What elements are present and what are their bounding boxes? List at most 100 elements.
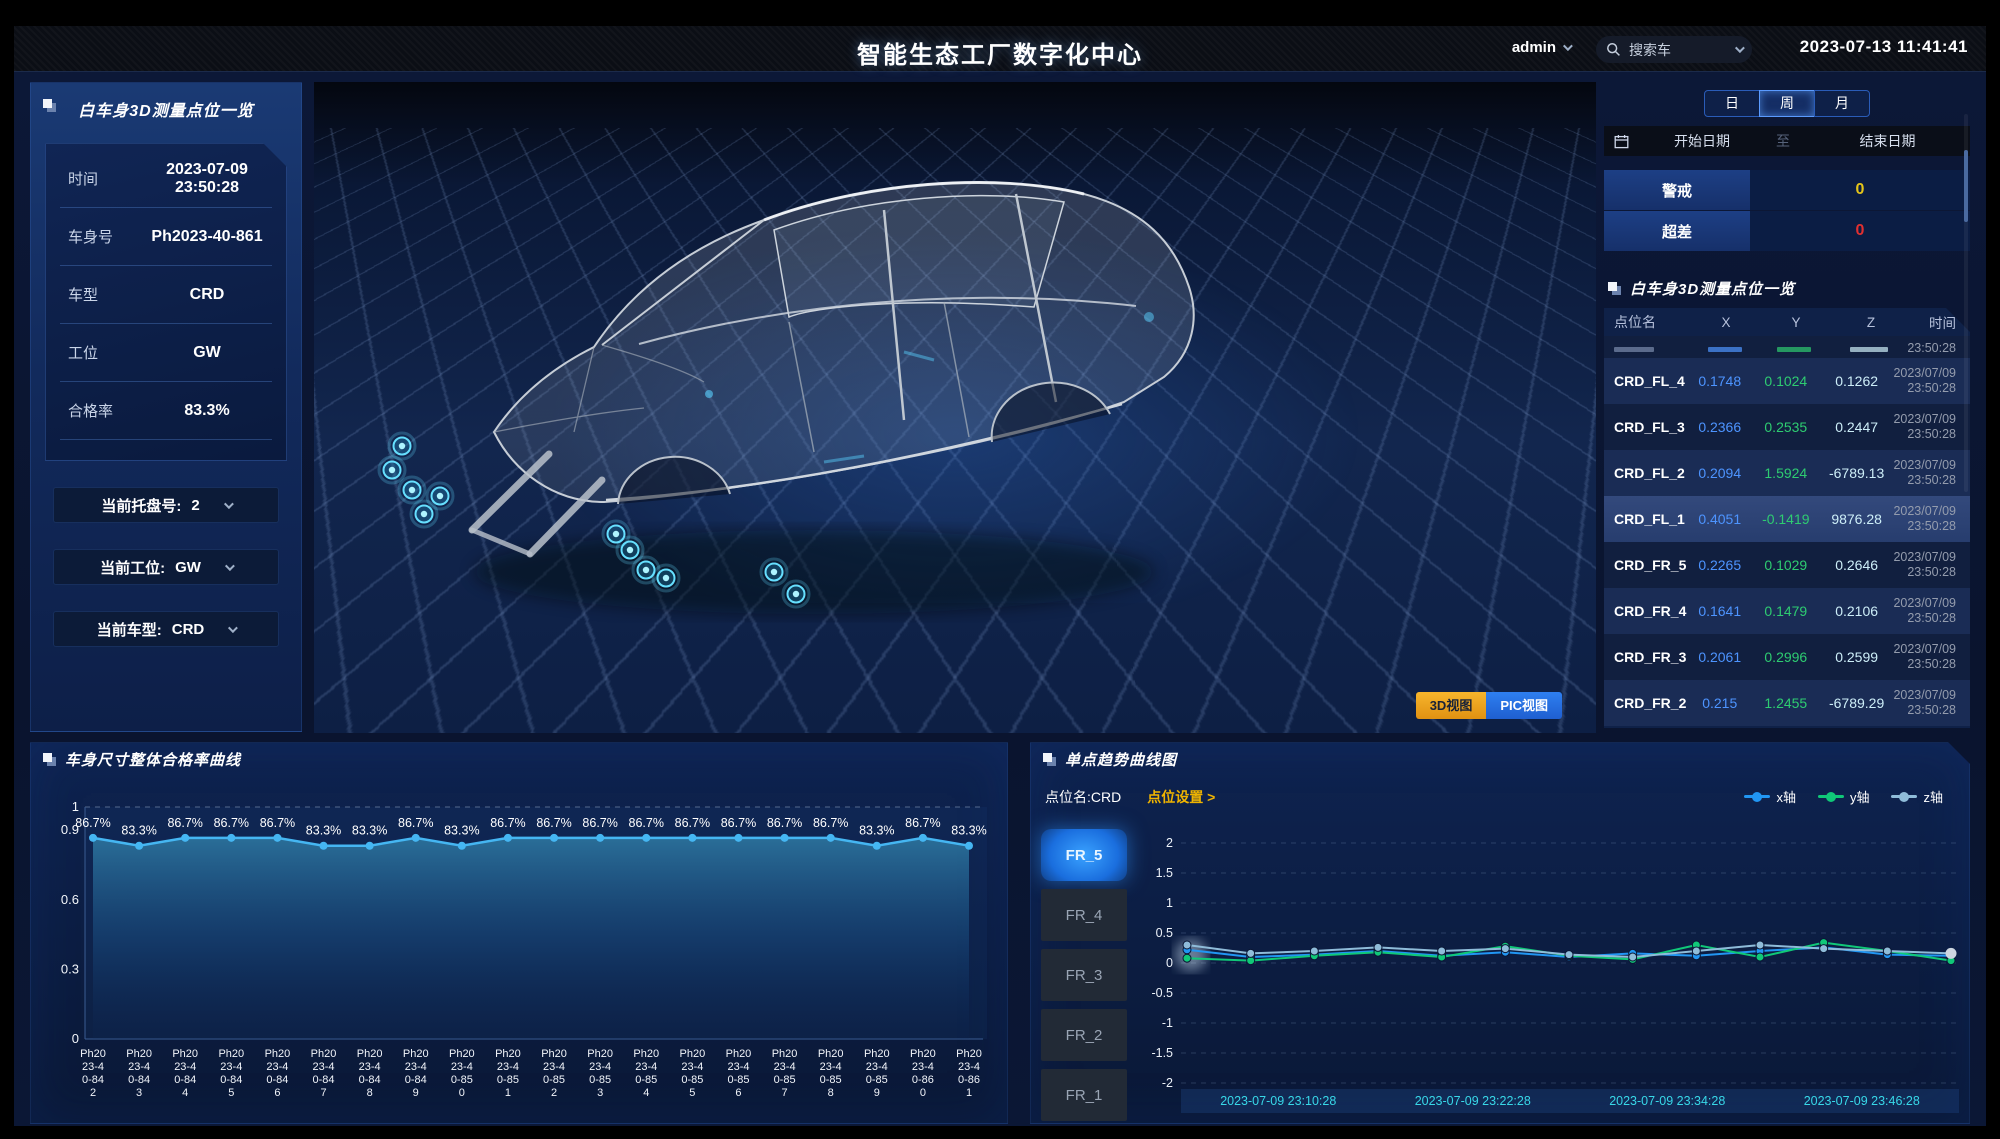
out-of-tolerance-count: 0 <box>1750 211 1970 251</box>
view-pic-button[interactable]: PIC视图 <box>1486 692 1562 719</box>
vehicle-search-input[interactable]: 搜索车 <box>1596 36 1752 63</box>
legend-item-z[interactable]: z轴 <box>1891 787 1943 806</box>
point-name: CRD_FL_4 <box>1604 373 1688 389</box>
field-label: 时间 <box>60 168 142 189</box>
svg-text:1: 1 <box>1166 896 1173 910</box>
measure-time: 2023/07/0923:50:28 <box>1893 366 1970 396</box>
svg-text:83.3%: 83.3% <box>859 824 894 838</box>
svg-text:1: 1 <box>72 799 79 814</box>
svg-text:Ph2023-40-853: Ph2023-40-853 <box>587 1048 613 1099</box>
panel-title: 白车身3D测量点位一览 <box>31 83 301 121</box>
qualification-rate-panel: 车身尺寸整体合格率曲线 00.30.60.9186.7%Ph2023-40-84… <box>30 742 1008 1124</box>
svg-text:0: 0 <box>1166 956 1173 970</box>
table-panel-title: 白车身3D测量点位一览 <box>1608 278 1795 299</box>
field-value: 83.3% <box>142 402 272 420</box>
svg-text:83.3%: 83.3% <box>306 824 341 838</box>
svg-text:Ph2023-40-852: Ph2023-40-852 <box>541 1048 567 1099</box>
tab-week[interactable]: 周 <box>1759 90 1815 117</box>
point-name: CRD_FR_2 <box>1604 695 1688 711</box>
table-row[interactable]: CRD_FR_3 0.2061 0.2996 0.2599 2023/07/09… <box>1604 634 1970 680</box>
chevron-down-icon <box>224 499 234 509</box>
measure-time: 2023/07/0923:50:28 <box>1893 688 1970 718</box>
legend-item-y[interactable]: y轴 <box>1818 787 1870 806</box>
svg-text:Ph2023-40-848: Ph2023-40-848 <box>357 1048 383 1099</box>
table-row[interactable]: CRD_FR_2 0.215 1.2455 -6789.29 2023/07/0… <box>1604 680 1970 726</box>
table-row[interactable]: CRD_FL_1 0.4051 -0.1419 9876.28 2023/07/… <box>1604 496 1970 542</box>
svg-text:Ph2023-40-861: Ph2023-40-861 <box>956 1048 982 1099</box>
point-button-fr3[interactable]: FR_3 <box>1041 949 1127 1001</box>
svg-text:86.7%: 86.7% <box>260 816 295 830</box>
table-row[interactable]: CRD_FR_4 0.1641 0.1479 0.2106 2023/07/09… <box>1604 588 1970 634</box>
point-name: CRD_FL_2 <box>1604 465 1688 481</box>
point-label: 点位名:CRD <box>1045 787 1121 807</box>
field-value: Ph2023-40-861 <box>142 228 272 246</box>
point-name: CRD_FL_3 <box>1604 419 1688 435</box>
legend-swatch <box>1818 792 1844 802</box>
svg-text:0: 0 <box>72 1031 79 1046</box>
point-button-fr4[interactable]: FR_4 <box>1041 889 1127 941</box>
svg-text:1.5: 1.5 <box>1156 866 1173 880</box>
point-settings-link[interactable]: 点位设置 > <box>1147 787 1215 807</box>
car-3d-viewport[interactable]: 3D视图 PIC视图 <box>314 82 1596 733</box>
point-button-fr1[interactable]: FR_1 <box>1041 1069 1127 1121</box>
table-row[interactable]: CRD_FL_4 0.1748 0.1024 0.1262 2023/07/09… <box>1604 358 1970 404</box>
info-row: 时间 2023-07-09 23:50:28 <box>60 150 272 208</box>
tab-month[interactable]: 月 <box>1814 90 1870 117</box>
table-scrollbar[interactable] <box>1964 114 1968 492</box>
table-header: 点位名 X Y Z 时间 <box>1604 308 1970 336</box>
table-row[interactable]: CRD_FR_5 0.2265 0.1029 0.2646 2023/07/09… <box>1604 542 1970 588</box>
svg-text:2: 2 <box>1166 836 1173 850</box>
model-select[interactable]: 当前车型: CRD <box>53 611 279 647</box>
legend-item-x[interactable]: x轴 <box>1744 787 1796 806</box>
chevron-down-icon <box>228 623 238 633</box>
pallet-select[interactable]: 当前托盘号: 2 <box>53 487 279 523</box>
measure-time: 2023/07/0923:50:28 <box>1893 504 1970 534</box>
field-label: 车型 <box>60 284 142 305</box>
dashboard: 智能生态工厂数字化中心 admin 搜索车 2023-07-13 11:41:4… <box>14 26 1986 1126</box>
svg-text:Ph2023-40-850: Ph2023-40-850 <box>449 1048 475 1099</box>
svg-text:Ph2023-40-849: Ph2023-40-849 <box>403 1048 429 1099</box>
svg-text:Ph2023-40-858: Ph2023-40-858 <box>818 1048 844 1099</box>
field-value: CRD <box>142 286 272 304</box>
right-panel: 日 周 月 开始日期 至 结束日期 警戒 0 超差 0 <box>1604 82 1970 733</box>
svg-text:-1.5: -1.5 <box>1151 1046 1173 1060</box>
svg-text:86.7%: 86.7% <box>675 816 710 830</box>
panel-title: 单点趋势曲线图 <box>1043 749 1177 770</box>
svg-text:Ph2023-40-843: Ph2023-40-843 <box>126 1048 152 1099</box>
info-row: 合格率 83.3% <box>60 382 272 440</box>
view-3d-button[interactable]: 3D视图 <box>1416 692 1487 719</box>
svg-text:86.7%: 86.7% <box>582 816 617 830</box>
svg-text:Ph2023-40-851: Ph2023-40-851 <box>495 1048 521 1099</box>
point-name: CRD_FR_4 <box>1604 603 1688 619</box>
panel-square-icon <box>43 99 57 113</box>
svg-text:Ph2023-40-859: Ph2023-40-859 <box>864 1048 890 1099</box>
station-select[interactable]: 当前工位: GW <box>53 549 279 585</box>
user-menu[interactable]: admin <box>1512 39 1570 56</box>
svg-text:Ph2023-40-844: Ph2023-40-844 <box>172 1048 198 1099</box>
svg-text:Ph2023-40-854: Ph2023-40-854 <box>633 1048 659 1099</box>
svg-text:86.7%: 86.7% <box>214 816 249 830</box>
top-header: 智能生态工厂数字化中心 admin 搜索车 2023-07-13 11:41:4… <box>14 26 1986 72</box>
vehicle-info-card: 时间 2023-07-09 23:50:28 车身号 Ph2023-40-861… <box>45 143 287 461</box>
svg-text:86.7%: 86.7% <box>490 816 525 830</box>
table-row-partial[interactable]: 23:50:28 <box>1604 336 1970 358</box>
point-button-fr2[interactable]: FR_2 <box>1041 1009 1127 1061</box>
start-date-input[interactable]: 开始日期 <box>1643 131 1761 151</box>
svg-text:86.7%: 86.7% <box>629 816 664 830</box>
svg-text:Ph2023-40-856: Ph2023-40-856 <box>726 1048 752 1099</box>
clock: 2023-07-13 11:41:41 <box>1800 37 1968 57</box>
trend-subheader: 点位名:CRD 点位设置 > <box>1045 787 1215 807</box>
svg-text:86.7%: 86.7% <box>167 816 202 830</box>
measure-time: 2023/07/0923:50:28 <box>1893 550 1970 580</box>
svg-text:-0.5: -0.5 <box>1151 986 1173 1000</box>
measure-time: 2023/07/0923:50:28 <box>1893 412 1970 442</box>
alert-count: 0 <box>1750 170 1970 210</box>
svg-text:2023-07-09 23:46:28: 2023-07-09 23:46:28 <box>1804 1094 1920 1108</box>
date-range-picker[interactable]: 开始日期 至 结束日期 <box>1604 126 1970 156</box>
end-date-input[interactable]: 结束日期 <box>1805 131 1970 151</box>
tab-day[interactable]: 日 <box>1704 90 1760 117</box>
svg-text:0.6: 0.6 <box>61 892 79 907</box>
table-row[interactable]: CRD_FL_3 0.2366 0.2535 0.2447 2023/07/09… <box>1604 404 1970 450</box>
point-button-fr5[interactable]: FR_5 <box>1041 829 1127 881</box>
table-row[interactable]: CRD_FL_2 0.2094 1.5924 -6789.13 2023/07/… <box>1604 450 1970 496</box>
